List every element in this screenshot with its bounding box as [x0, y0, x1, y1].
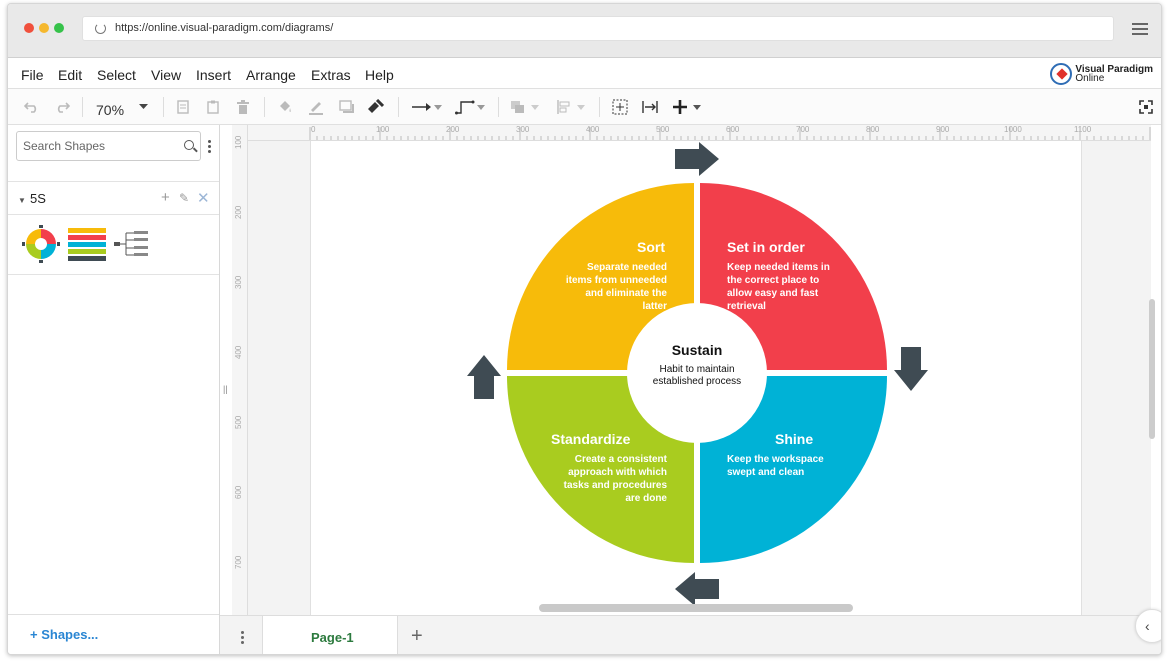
- shine-description: Keep the workspace swept and clean: [727, 454, 824, 478]
- ruler-v-label: 700: [234, 555, 243, 569]
- line-color-icon[interactable]: [306, 97, 326, 117]
- sustain-description: Habit to maintain established process: [652, 364, 742, 387]
- reload-icon[interactable]: [95, 23, 106, 34]
- set-in-order-title: Set in order: [727, 239, 805, 255]
- insert-dropdown-icon[interactable]: [692, 97, 702, 117]
- arrow-left-icon[interactable]: [675, 572, 719, 606]
- connector-dropdown-icon[interactable]: [433, 97, 443, 117]
- menu-file[interactable]: File: [21, 67, 44, 83]
- collapse-panel-button[interactable]: ‹: [1135, 609, 1161, 643]
- waypoint-style-icon[interactable]: [453, 97, 477, 117]
- shape-thumbnails: [8, 215, 219, 275]
- add-page-icon[interactable]: +: [411, 625, 423, 648]
- horizontal-ruler: 0 100 200 300 400 500 600 700 800 900 10…: [248, 125, 1151, 141]
- toolbar: 70%: [8, 89, 1161, 125]
- section-collapse-icon[interactable]: ▼: [18, 196, 26, 205]
- shine-title: Shine: [775, 431, 814, 447]
- undo-icon[interactable]: [22, 97, 42, 117]
- insert-plus-icon[interactable]: [670, 97, 690, 117]
- tab-page-1[interactable]: Page-1: [262, 616, 398, 654]
- logo-icon: [1050, 63, 1073, 85]
- horizontal-scrollbar[interactable]: [539, 604, 853, 612]
- logo-line2: Online: [1075, 73, 1105, 84]
- app-window: https://online.visual-paradigm.com/diagr…: [7, 3, 1162, 655]
- menu-insert[interactable]: Insert: [196, 67, 231, 83]
- edit-section-icon[interactable]: ✎: [179, 191, 189, 205]
- visual-paradigm-logo: Visual Paradigm Online: [1050, 62, 1153, 86]
- ruler-ticks: [309, 127, 1151, 140]
- browser-chrome: https://online.visual-paradigm.com/diagr…: [8, 4, 1161, 58]
- arrow-up-icon[interactable]: [467, 355, 501, 399]
- arrow-down-icon[interactable]: [894, 347, 928, 391]
- menu-view[interactable]: View: [151, 67, 181, 83]
- format-painter-icon[interactable]: [365, 97, 385, 117]
- page-options-icon[interactable]: [241, 631, 244, 646]
- url-text: https://online.visual-paradigm.com/diagr…: [115, 22, 334, 34]
- zoom-dropdown-icon[interactable]: [136, 97, 150, 117]
- ruler-v-label: 100: [234, 135, 243, 149]
- set-in-order-description: Keep needed items in the correct place t…: [727, 262, 830, 312]
- waypoint-dropdown-icon[interactable]: [476, 97, 486, 117]
- delete-icon[interactable]: [234, 97, 252, 117]
- redo-icon[interactable]: [52, 97, 72, 117]
- shapes-sidebar: ▼ 5S + ✎ ✕: [8, 125, 220, 654]
- ruler-v-label: 400: [234, 345, 243, 359]
- address-bar[interactable]: https://online.visual-paradigm.com/diagr…: [82, 16, 1114, 41]
- arrange-order-icon[interactable]: [508, 97, 528, 117]
- menu-select[interactable]: Select: [97, 67, 136, 83]
- search-icon[interactable]: [184, 140, 194, 150]
- menu-help[interactable]: Help: [365, 67, 394, 83]
- diagram-canvas[interactable]: Sort Separate needed items from unneeded…: [248, 141, 1151, 615]
- menu-extras[interactable]: Extras: [311, 67, 351, 83]
- sidebar-footer: + Shapes...: [8, 614, 219, 654]
- ruler-v-label: 500: [234, 415, 243, 429]
- page-tab-label: Page-1: [311, 630, 354, 645]
- zoom-level[interactable]: 70%: [96, 102, 124, 118]
- vertical-scrollbar[interactable]: [1149, 299, 1155, 439]
- search-box: [16, 131, 201, 161]
- sidebar-options-icon[interactable]: [208, 140, 211, 155]
- copy-icon[interactable]: [174, 97, 192, 117]
- ruler-v-label: 200: [234, 205, 243, 219]
- browser-menu-icon[interactable]: [1132, 23, 1148, 35]
- standardize-description: Create a consistent approach with which …: [563, 454, 667, 504]
- minimize-window-button[interactable]: [39, 23, 49, 33]
- chevron-left-icon: ‹: [1145, 618, 1150, 634]
- arrange-dropdown-icon[interactable]: [530, 97, 540, 117]
- sustain-title: Sustain: [671, 342, 723, 358]
- search-shapes-input[interactable]: [23, 139, 173, 153]
- fullscreen-icon[interactable]: [1136, 97, 1156, 117]
- fill-color-icon[interactable]: [275, 97, 295, 117]
- arrow-right-icon[interactable]: [675, 142, 719, 176]
- add-shape-icon[interactable]: +: [161, 189, 170, 206]
- ruler-v-label: 300: [234, 275, 243, 289]
- 5s-tree-shape[interactable]: [114, 225, 152, 263]
- standardize-title: Standardize: [551, 431, 631, 447]
- sort-title: Sort: [637, 239, 665, 255]
- diagram-page[interactable]: Sort Separate needed items from unneeded…: [310, 141, 1082, 615]
- close-section-icon[interactable]: ✕: [197, 189, 210, 207]
- 5s-wheel-shape[interactable]: [22, 225, 60, 263]
- vertical-ruler: 100 200 300 400 500 600 700: [232, 125, 248, 615]
- page-tab-bar: Page-1 +: [220, 615, 1161, 654]
- menu-arrange[interactable]: Arrange: [246, 67, 296, 83]
- sidebar-splitter-handle[interactable]: ||: [223, 384, 228, 394]
- maximize-window-button[interactable]: [54, 23, 64, 33]
- align-dropdown-icon[interactable]: [576, 97, 586, 117]
- section-label: 5S: [30, 191, 46, 206]
- page-size-icon[interactable]: [640, 97, 660, 117]
- menu-edit[interactable]: Edit: [58, 67, 82, 83]
- more-shapes-button[interactable]: + Shapes...: [30, 627, 98, 642]
- connector-style-icon[interactable]: [410, 97, 434, 117]
- shadow-icon[interactable]: [337, 97, 357, 117]
- fit-to-page-icon[interactable]: [610, 97, 630, 117]
- shape-section-header[interactable]: ▼ 5S + ✎ ✕: [8, 181, 219, 215]
- ruler-v-label: 600: [234, 485, 243, 499]
- paste-icon[interactable]: [204, 97, 222, 117]
- sort-description: Separate needed items from unneeded and …: [565, 262, 667, 312]
- menubar: File Edit Select View Insert Arrange Ext…: [8, 58, 1161, 89]
- close-window-button[interactable]: [24, 23, 34, 33]
- 5s-list-shape[interactable]: [68, 225, 106, 263]
- align-icon[interactable]: [554, 97, 574, 117]
